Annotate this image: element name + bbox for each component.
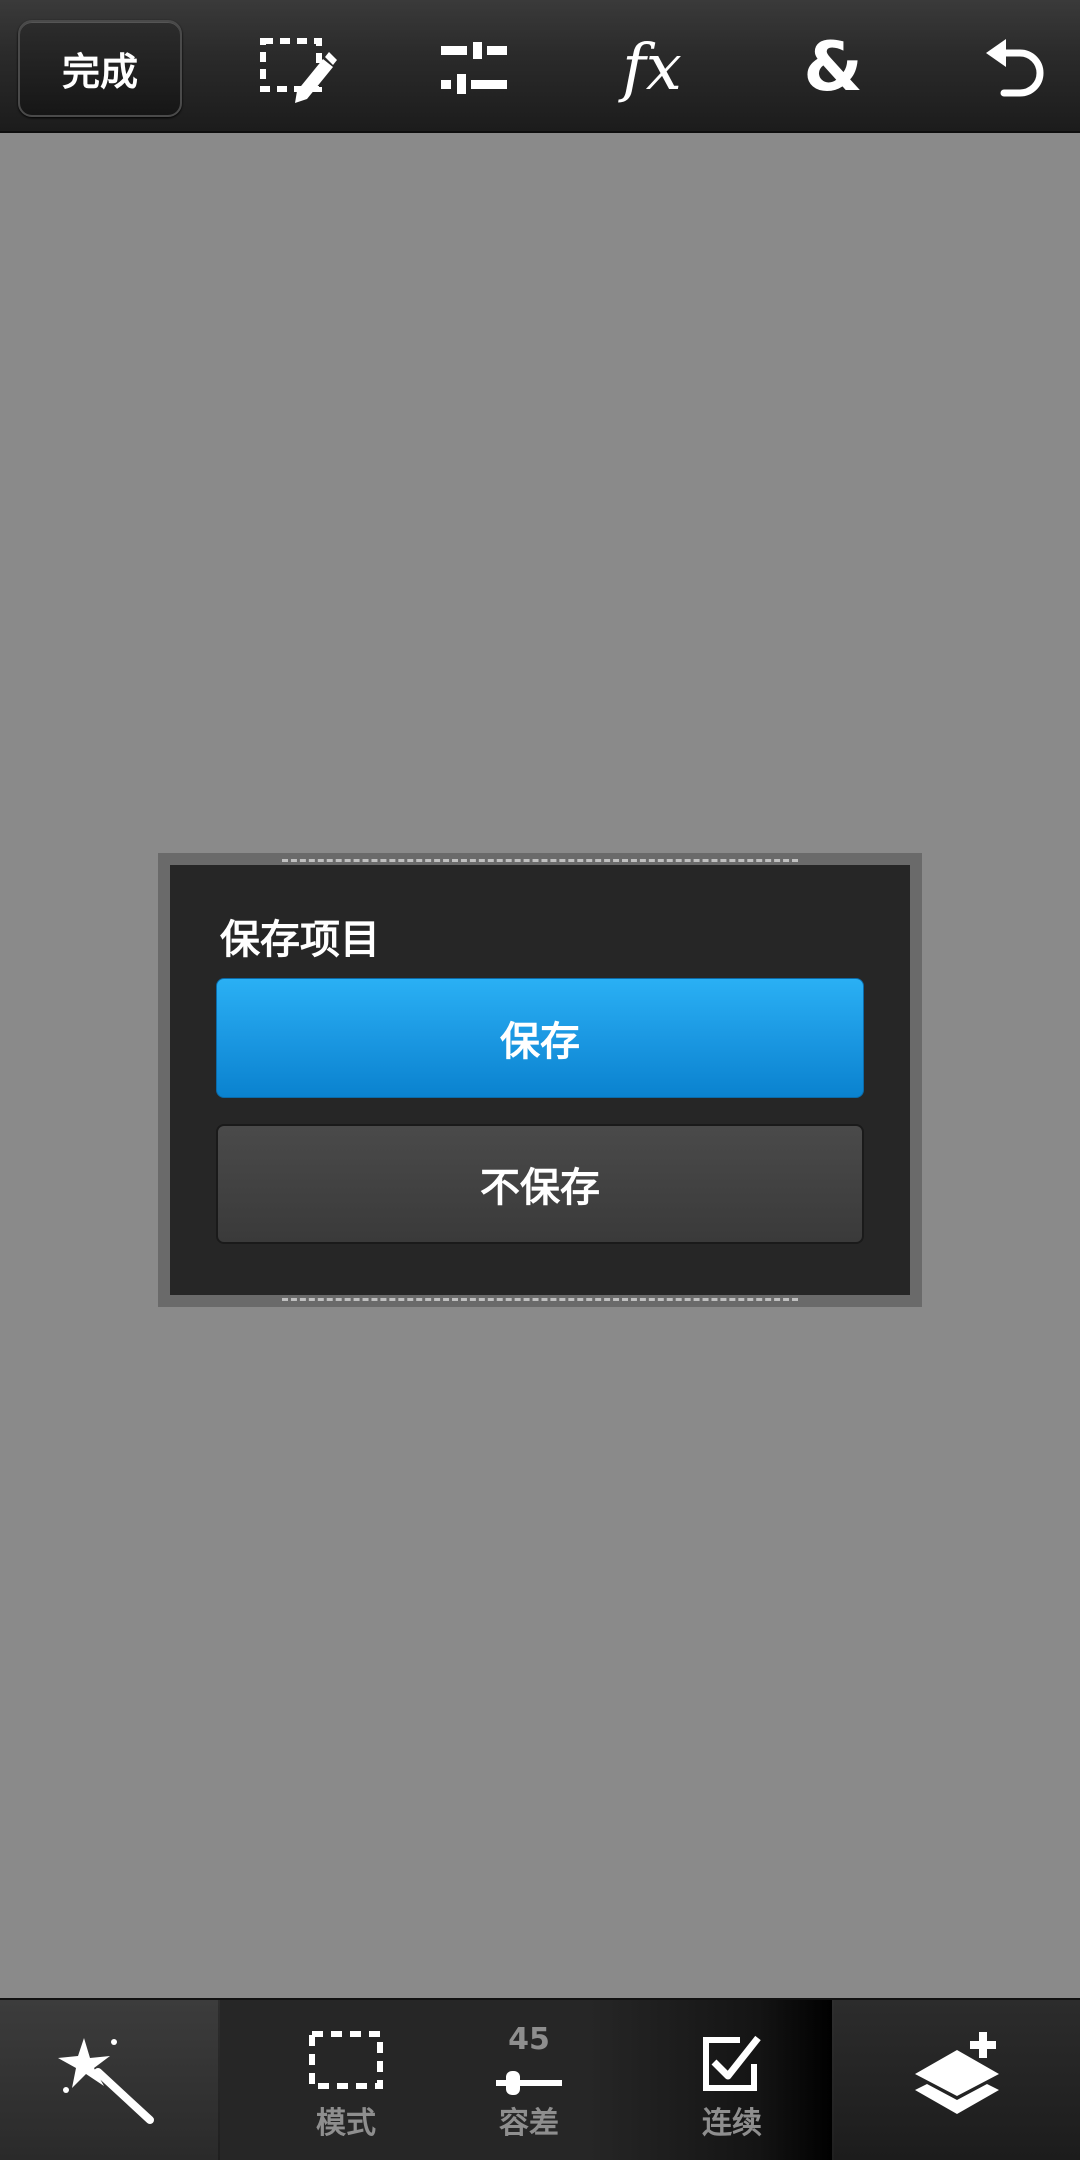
dont-save-button[interactable]: 不保存	[216, 1124, 864, 1244]
tolerance-value: 45	[508, 2022, 550, 2057]
save-button[interactable]: 保存	[216, 978, 864, 1098]
marquee-icon	[308, 2030, 384, 2094]
done-button[interactable]: 完成	[18, 20, 182, 117]
selection-edit-icon[interactable]	[257, 28, 337, 108]
mode-option[interactable]: 模式	[271, 2000, 421, 2160]
fx-icon-text: fx	[622, 31, 682, 105]
slider-icon	[494, 2068, 564, 2102]
bottom-toolbar: 模式 45 容差 连续	[0, 1998, 1080, 2160]
blend-icon[interactable]: &	[793, 28, 873, 108]
dialog-title: 保存项目	[220, 917, 380, 963]
tool-options: 模式 45 容差 连续	[220, 2000, 832, 2160]
selection-dash-top	[282, 859, 798, 862]
magic-wand-tool-button[interactable]	[0, 2000, 218, 2160]
tolerance-option[interactable]: 45 容差	[454, 2000, 604, 2160]
save-project-dialog: 保存项目 保存 不保存	[170, 865, 910, 1295]
adjustments-icon[interactable]	[434, 28, 514, 108]
magic-wand-icon	[54, 2028, 164, 2132]
fx-icon[interactable]: fx	[612, 28, 692, 108]
top-toolbar: 完成 fx &	[0, 0, 1080, 133]
tolerance-label: 容差	[499, 2106, 559, 2141]
add-layer-button[interactable]	[834, 2000, 1080, 2160]
undo-icon[interactable]	[973, 28, 1053, 108]
add-layer-icon	[907, 2028, 1007, 2132]
checkbox-icon	[700, 2034, 764, 2098]
contiguous-option[interactable]: 连续	[657, 2000, 807, 2160]
selection-dash-bottom	[282, 1298, 798, 1301]
mode-label: 模式	[316, 2106, 376, 2141]
app-root: 完成 fx & 保存项目 保存 不保存 模式 45 容差 连续	[0, 0, 1080, 2160]
contiguous-label: 连续	[702, 2106, 762, 2141]
blend-icon-text: &	[803, 28, 863, 107]
